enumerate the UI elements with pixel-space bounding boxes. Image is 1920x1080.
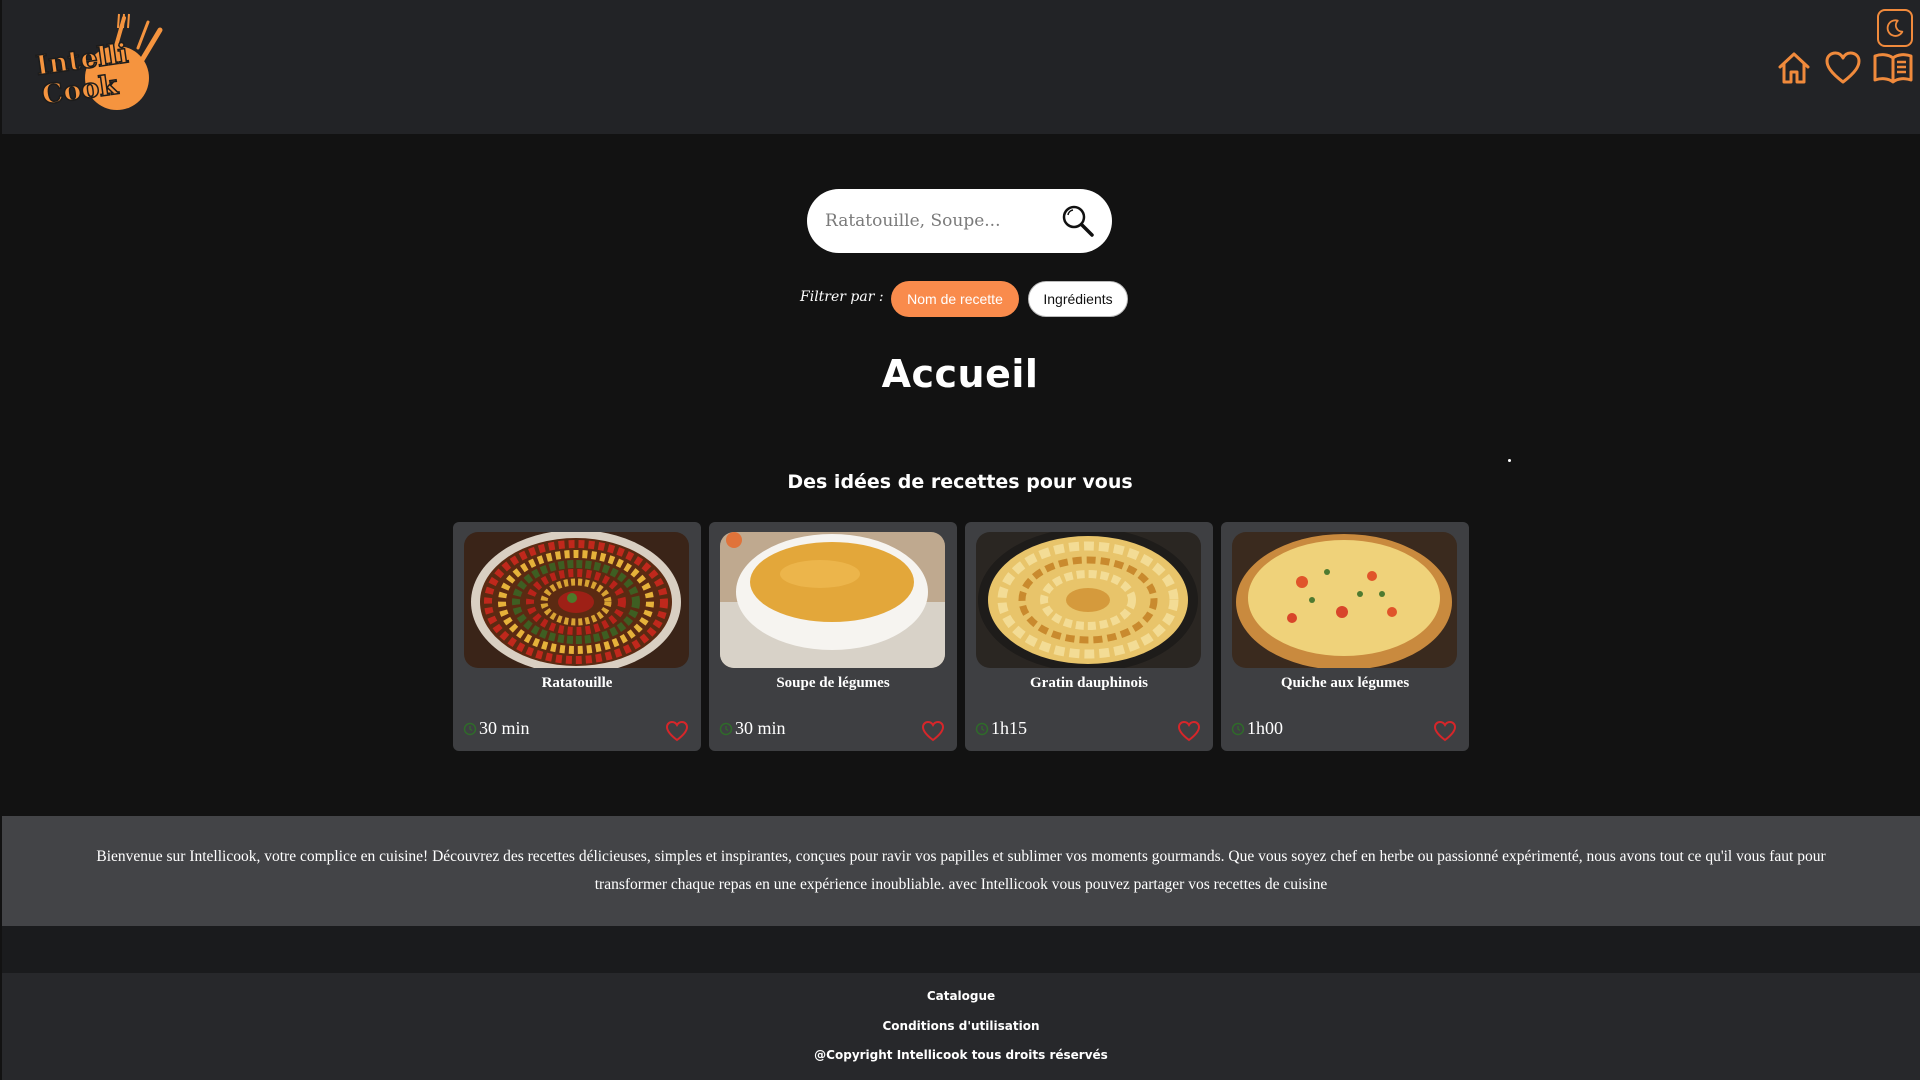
clock-icon [463,722,477,735]
clock-icon [1231,722,1245,735]
recipe-card[interactable]: Quiche aux légumes 1h00 [1221,522,1469,751]
recipe-image-ratatouille [464,532,689,668]
recipe-time: 1h15 [975,718,1027,739]
header: Intelli Cook [2,0,1920,134]
heart-icon[interactable] [1824,50,1862,86]
recipe-time-value: 1h00 [1247,718,1283,738]
search-bar [807,189,1112,253]
clock-icon [975,722,989,735]
recipe-name: Gratin dauphinois [1030,675,1148,691]
footer-terms-link[interactable]: Conditions d'utilisation [2,1019,1920,1033]
filter-ingredients-button[interactable]: Ingrédients [1028,281,1128,317]
section-divider [2,926,1920,973]
home-icon[interactable] [1775,50,1813,86]
page-title: Accueil [881,352,1039,396]
recipe-time-value: 30 min [479,718,530,738]
recipe-image-gratin [976,532,1201,668]
favorite-heart-icon[interactable] [921,720,945,742]
recipe-card[interactable]: Ratatouille 30 min [453,522,701,751]
recipe-time-value: 1h15 [991,718,1027,738]
decorative-dot [1508,459,1511,462]
recipe-time: 1h00 [1231,718,1283,739]
favorite-heart-icon[interactable] [1433,720,1457,742]
recipe-time: 30 min [463,718,530,739]
filter-label: Filtrer par : [800,289,884,305]
recipe-image-quiche [1232,532,1457,668]
favorite-heart-icon[interactable] [665,720,689,742]
clock-icon [719,722,733,735]
recipe-name: Soupe de légumes [776,675,890,691]
intellicook-logo[interactable]: Intelli Cook [32,8,167,113]
filter-recipe-name-button[interactable]: Nom de recette [891,281,1019,317]
section-title: Des idées de recettes pour vous [787,471,1133,493]
recipe-name: Quiche aux légumes [1280,675,1410,691]
intro-section: Bienvenue sur Intellicook, votre complic… [2,816,1920,926]
recipe-time: 30 min [719,718,786,739]
moon-icon [1886,19,1904,37]
search-input[interactable] [825,203,1045,239]
book-icon[interactable] [1872,50,1914,86]
footer-copyright: @Copyright Intellicook tous droits réser… [814,1048,1108,1062]
recipe-time-value: 30 min [735,718,786,738]
favorite-heart-icon[interactable] [1177,720,1201,742]
recipe-name: Ratatouille [541,675,613,691]
theme-toggle-button[interactable] [1877,9,1913,47]
recipe-card[interactable]: Gratin dauphinois 1h15 [965,522,1213,751]
search-icon[interactable] [1060,203,1096,239]
recipe-card[interactable]: Soupe de légumes 30 min [709,522,957,751]
recipe-image-soupe [720,532,945,668]
footer: Catalogue Conditions d'utilisation @Copy… [2,973,1920,1080]
footer-catalogue-link[interactable]: Catalogue [2,989,1920,1003]
intro-text: Bienvenue sur Intellicook, votre complic… [96,848,1826,893]
